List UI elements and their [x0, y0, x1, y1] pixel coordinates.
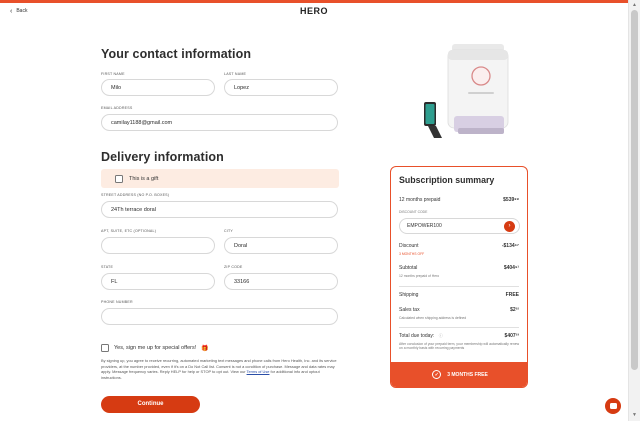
total-note: After conclusion of your prepaid term, y…	[399, 342, 520, 351]
gift-option[interactable]: This is a gift	[101, 169, 339, 188]
last-name-label: LAST NAME	[224, 72, 247, 76]
check-circle-icon: ✓	[432, 370, 442, 379]
apply-code-button[interactable]: ›	[504, 221, 515, 232]
plan-row: 12 months prepaid $539⁸⁸	[399, 197, 519, 203]
state-field[interactable]	[101, 273, 215, 290]
street-label: STREET ADDRESS (NO P.O. BOXES)	[101, 193, 170, 197]
discount-code-field[interactable]	[399, 218, 520, 234]
header: ‹ Back HERO	[0, 3, 628, 19]
shipping-value: FREE	[505, 292, 519, 298]
first-name-label: FIRST NAME	[101, 72, 125, 76]
scrollbar[interactable]: ▲ ▼	[628, 0, 640, 421]
plan-label: 12 months prepaid	[399, 197, 441, 203]
plan-price: $539⁸⁸	[503, 197, 519, 203]
discount-code-label: DISCOUNT CODE	[399, 210, 428, 214]
tax-value: $2³²	[510, 307, 519, 313]
gift-checkbox[interactable]	[115, 174, 123, 183]
info-icon[interactable]: ⓘ	[439, 333, 443, 338]
total-row: Total due today: ⓘ $407³³	[399, 333, 519, 339]
discount-label: Discount	[399, 243, 419, 249]
subtotal-note: 12 months prepaid of Hero	[399, 274, 440, 278]
email-label: EMAIL ADDRESS	[101, 106, 133, 110]
tax-label: Sales tax	[399, 307, 420, 313]
arrow-right-icon: ›	[508, 223, 511, 229]
phone-field[interactable]	[101, 308, 338, 325]
offers-label: Yes, sign me up for special offers!	[114, 345, 197, 351]
state-label: STATE	[101, 265, 114, 269]
email-field[interactable]	[101, 114, 338, 131]
legal-text: By signing up, you agree to receive recu…	[101, 358, 341, 380]
gift-icon: 🎁	[201, 345, 209, 352]
apt-label: APT, SUITE, ETC (OPTIONAL)	[101, 229, 157, 233]
total-label: Total due today:	[399, 333, 435, 339]
divider	[399, 327, 519, 328]
chat-icon[interactable]	[605, 398, 621, 414]
offers-option[interactable]: Yes, sign me up for special offers! 🎁	[101, 344, 209, 352]
subtotal-value: $404⁹¹	[503, 265, 519, 271]
gift-label: This is a gift	[129, 175, 159, 182]
last-name-field[interactable]	[224, 79, 338, 96]
terms-link[interactable]: Terms of Use	[247, 369, 270, 374]
scrollbar-thumb[interactable]	[631, 10, 638, 370]
offers-checkbox[interactable]	[101, 344, 109, 352]
subscription-summary: Subscription summary 12 months prepaid $…	[390, 166, 528, 388]
zip-label: ZIP CODE	[224, 265, 243, 269]
contact-title: Your contact information	[101, 47, 252, 61]
shipping-label: Shipping	[399, 292, 419, 298]
scroll-up-icon[interactable]: ▲	[632, 2, 637, 8]
city-label: CITY	[224, 229, 233, 233]
zip-field[interactable]	[224, 273, 338, 290]
street-field[interactable]	[101, 201, 338, 218]
discount-value: -$134⁶⁷	[501, 243, 519, 249]
subtotal-label: Subtotal	[399, 265, 418, 271]
delivery-title: Delivery information	[101, 150, 224, 164]
scroll-down-icon[interactable]: ▼	[632, 412, 637, 418]
free-months-banner: ✓ 3 MONTHS FREE	[391, 362, 527, 387]
logo: HERO	[299, 6, 328, 16]
product-image	[424, 44, 509, 138]
tax-note: Calculated when shipping address is defi…	[399, 316, 467, 320]
divider	[399, 286, 519, 287]
shipping-row: Shipping FREE	[399, 292, 519, 298]
apt-field[interactable]	[101, 237, 215, 254]
city-field[interactable]	[224, 237, 338, 254]
discount-row: Discount -$134⁶⁷	[399, 243, 519, 249]
phone-label: PHONE NUMBER	[101, 300, 133, 304]
tax-row: Sales tax $2³²	[399, 307, 519, 313]
first-name-field[interactable]	[101, 79, 215, 96]
summary-title: Subscription summary	[399, 175, 495, 185]
total-value: $407³³	[504, 333, 519, 339]
subtotal-row: Subtotal $404⁹¹	[399, 265, 519, 271]
banner-label: 3 MONTHS FREE	[447, 371, 488, 378]
continue-button[interactable]: Continue	[101, 396, 200, 413]
discount-note: 3 MONTHS OFF	[399, 252, 425, 256]
